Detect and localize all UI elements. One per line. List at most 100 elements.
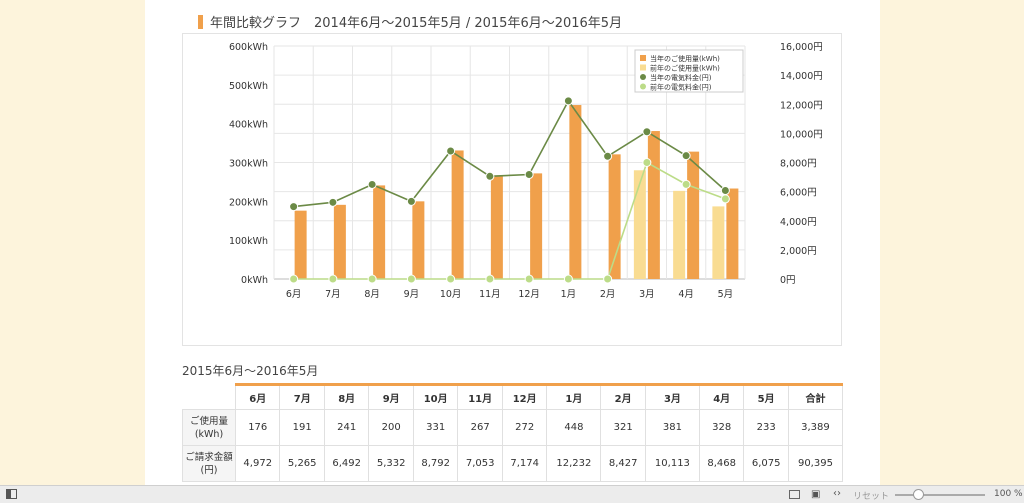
previous-year-charge-point — [485, 274, 495, 284]
table-cell: 6,075 — [743, 445, 789, 482]
table-cell: 8,468 — [698, 445, 745, 482]
x-tick-label: 10月 — [440, 289, 462, 300]
y-left-tick-label: 600kWh — [229, 42, 268, 53]
table-column-header: 2月 — [600, 383, 646, 410]
bar-previous-year-usage — [712, 206, 725, 279]
zoom-slider-handle[interactable] — [913, 489, 924, 500]
table-cell: 5,265 — [279, 445, 325, 482]
usage-table: 6月 7月 8月 9月 10月 11月 12月 1月 2月 3月 4月 5月 合計 ご使用量 (kWh) 1… — [182, 383, 844, 482]
previous-year-charge-point — [524, 274, 534, 284]
y-right-tick-label: 16,000円 — [780, 42, 823, 53]
bar-current-year-usage — [490, 175, 503, 279]
table-column-header: 10月 — [412, 383, 459, 410]
table-row: ご使用量 (kWh) 176 191 241 200 331 267 272 448 321 381 3… — [182, 409, 844, 446]
y-left-tick-label: 400kWh — [229, 120, 268, 131]
table-column-header: 合計 — [787, 383, 844, 410]
table-cell: 331 — [412, 409, 459, 446]
y-left-tick-label: 0kWh — [241, 275, 268, 286]
y-right-tick-label: 10,000円 — [780, 129, 823, 140]
page-content: 年間比較グラフ 2014年6月～2015年5月 / 2015年6月～2016年5… — [145, 0, 880, 485]
previous-year-charge-point — [603, 274, 613, 284]
previous-year-charge-point — [720, 194, 730, 204]
table-cell: 200 — [368, 409, 414, 446]
previous-year-charge-point — [289, 274, 299, 284]
table-body: ご使用量 (kWh) 176 191 241 200 331 267 272 448 321 381 3… — [182, 409, 844, 482]
x-tick-label: 8月 — [364, 289, 380, 300]
x-tick-label: 11月 — [479, 289, 501, 300]
bar-current-year-usage — [687, 151, 700, 279]
y-left-tick-label: 200kWh — [229, 197, 268, 208]
x-tick-label: 7月 — [325, 289, 341, 300]
table-column-header: 7月 — [279, 383, 325, 410]
table-cell: 7,053 — [457, 445, 503, 482]
table-column-header: 12月 — [501, 383, 548, 410]
y-right-tick-label: 2,000円 — [780, 246, 817, 257]
table-column-header: 9月 — [368, 383, 414, 410]
current-year-charge-point — [642, 127, 652, 137]
y-right-tick-label: 8,000円 — [780, 159, 817, 170]
table-cell: 6,492 — [323, 445, 370, 482]
legend-swatch — [640, 64, 646, 71]
table-period-heading: 2015年6月～2016年5月 — [182, 364, 319, 378]
image-icon[interactable]: ▣ — [811, 489, 820, 500]
legend-label: 当年のご使用量(kWh) — [650, 54, 720, 63]
current-year-charge-point — [485, 171, 495, 181]
heading-accent-bar — [198, 14, 203, 29]
zoom-slider[interactable] — [895, 494, 985, 496]
zoom-level: 100 % — [994, 489, 1023, 499]
previous-year-charge-point — [446, 274, 456, 284]
table-column-header: 5月 — [743, 383, 789, 410]
y-right-tick-label: 6,000円 — [780, 188, 817, 199]
code-icon[interactable]: ‹› — [833, 488, 841, 499]
bar-current-year-usage — [451, 150, 464, 279]
table-row-label: ご使用量 (kWh) — [182, 409, 236, 446]
table-corner-cell — [182, 384, 236, 410]
bar-current-year-usage — [294, 210, 307, 279]
legend-label: 当年の電気料金(円) — [650, 73, 712, 82]
bar-current-year-usage — [647, 131, 660, 279]
x-tick-label: 12月 — [518, 289, 540, 300]
table-cell: 272 — [501, 409, 548, 446]
table-cell: 321 — [600, 409, 646, 446]
bar-current-year-usage — [569, 105, 582, 279]
chart-panel: 0円 2,000円 4,000円 6,000円 8,000円 10,000円 12,000円… — [182, 33, 842, 346]
chart-heading: 年間比較グラフ 2014年6月～2015年5月 / 2015年6月～2016年5… — [198, 12, 622, 31]
reset-button[interactable]: リセット — [853, 489, 889, 502]
current-year-charge-point — [406, 196, 416, 206]
table-column-header: 8月 — [323, 383, 370, 410]
table-column-header: 1月 — [546, 383, 602, 410]
table-cell: 10,113 — [644, 445, 700, 482]
legend-label: 前年の電気料金(円) — [650, 83, 712, 92]
y-right-tick-label: 0円 — [780, 275, 796, 286]
y-right-tick-label: 14,000円 — [780, 71, 823, 82]
previous-year-charge-point — [406, 274, 416, 284]
current-year-charge-point — [328, 197, 338, 207]
table-cell: 3,389 — [787, 409, 844, 446]
previous-year-charge-point — [563, 274, 573, 284]
sidebar-toggle-icon[interactable] — [6, 489, 17, 499]
table-cell: 191 — [279, 409, 325, 446]
y-left-tick-label: 500kWh — [229, 81, 268, 92]
table-column-header: 3月 — [644, 383, 700, 410]
table-header-row: 6月 7月 8月 9月 10月 11月 12月 1月 2月 3月 4月 5月 合計 — [182, 383, 844, 410]
screen-icon[interactable] — [789, 490, 800, 499]
previous-year-charge-point — [681, 179, 691, 189]
table-cell: 448 — [546, 409, 602, 446]
legend-label: 前年のご使用量(kWh) — [650, 64, 720, 73]
bar-previous-year-usage — [673, 190, 686, 279]
table-column-header: 4月 — [698, 383, 745, 410]
previous-year-charge-point — [328, 274, 338, 284]
current-year-charge-point — [681, 151, 691, 161]
table-cell: 267 — [457, 409, 503, 446]
table-cell: 381 — [644, 409, 700, 446]
table-column-header: 11月 — [457, 383, 503, 410]
current-year-charge-point — [603, 151, 613, 161]
previous-year-charge-point — [642, 158, 652, 167]
current-year-charge-point — [524, 170, 534, 180]
y-left-tick-label: 100kWh — [229, 236, 268, 247]
chart-title: 年間比較グラフ 2014年6月～2015年5月 / 2015年6月～2016年5… — [210, 16, 623, 31]
legend-swatch — [640, 55, 646, 61]
table-cell: 12,232 — [546, 445, 602, 482]
y-left-tick-label: 300kWh — [229, 159, 268, 170]
table-cell: 176 — [234, 409, 281, 446]
